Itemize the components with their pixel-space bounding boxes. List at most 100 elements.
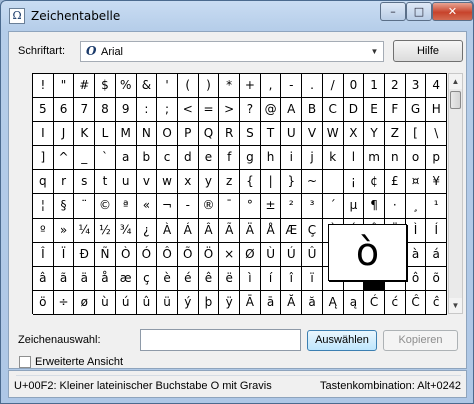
character-cell[interactable]: 5 <box>33 98 54 123</box>
character-cell[interactable]: ® <box>198 194 220 219</box>
character-cell[interactable]: Í <box>426 218 448 243</box>
character-cell[interactable]: Ú <box>281 242 303 267</box>
character-cell[interactable]: > <box>219 98 241 123</box>
character-cell[interactable]: 9 <box>115 98 137 123</box>
character-cell[interactable]: ¿ <box>136 218 158 243</box>
character-cell[interactable]: T <box>260 122 282 147</box>
scrollbar-thumb[interactable] <box>450 91 461 109</box>
character-cell[interactable]: Ā <box>240 290 261 315</box>
character-cell[interactable]: ø <box>74 290 96 315</box>
character-cell[interactable]: v <box>136 170 158 195</box>
character-cell[interactable]: à <box>405 242 427 267</box>
character-cell[interactable]: µ <box>343 194 365 219</box>
character-cell[interactable]: î <box>281 266 303 291</box>
character-cell[interactable]: K <box>74 122 96 147</box>
character-cell[interactable]: Ð <box>74 242 96 267</box>
character-cell[interactable]: Ç <box>302 218 323 243</box>
character-cell[interactable]: _ <box>74 146 96 171</box>
character-cell[interactable]: 2 <box>384 74 406 99</box>
advanced-view-checkbox[interactable] <box>19 356 31 368</box>
character-cell[interactable]: F <box>384 98 406 123</box>
character-cell[interactable]: < <box>177 98 199 123</box>
character-cell[interactable]: X <box>343 122 365 147</box>
character-cell[interactable]: e <box>198 146 220 171</box>
chevron-down-icon[interactable]: ▼ <box>368 45 381 58</box>
character-cell[interactable]: ¦ <box>33 194 54 219</box>
character-cell[interactable]: ¬ <box>157 194 178 219</box>
character-cell[interactable]: D <box>343 98 365 123</box>
character-cell[interactable]: U <box>281 122 303 147</box>
character-cell[interactable]: ā <box>260 290 282 315</box>
character-cell[interactable]: # <box>74 74 96 99</box>
character-cell[interactable]: þ <box>198 290 220 315</box>
character-cell[interactable]: 7 <box>74 98 96 123</box>
character-cell[interactable]: w <box>157 170 178 195</box>
character-cell[interactable]: ¯ <box>219 194 241 219</box>
character-cell[interactable]: ! <box>33 74 54 99</box>
character-cell[interactable]: p <box>426 146 448 171</box>
character-cell[interactable]: m <box>364 146 385 171</box>
character-cell[interactable]: Ã <box>219 218 241 243</box>
character-cell[interactable]: u <box>115 170 137 195</box>
character-cell[interactable]: ´ <box>322 194 344 219</box>
character-cell[interactable]: ' <box>157 74 178 99</box>
character-cell[interactable]: ú <box>115 290 137 315</box>
character-cell[interactable]: b <box>136 146 158 171</box>
character-cell[interactable]: Ä <box>240 218 261 243</box>
character-cell[interactable]: t <box>95 170 116 195</box>
character-cell[interactable]: V <box>302 122 323 147</box>
character-cell[interactable]: æ <box>115 266 137 291</box>
character-cell[interactable]: f <box>219 146 241 171</box>
character-cell[interactable]: ¾ <box>115 218 137 243</box>
character-cell[interactable]: j <box>302 146 323 171</box>
minimize-button[interactable]: – <box>380 2 406 21</box>
character-cell[interactable]: N <box>136 122 158 147</box>
font-dropdown[interactable]: O Arial ▼ <box>80 41 384 62</box>
character-cell[interactable]: ù <box>95 290 116 315</box>
character-cell[interactable]: 3 <box>405 74 427 99</box>
character-cell[interactable]: è <box>157 266 178 291</box>
character-cell[interactable]: ~ <box>302 170 323 195</box>
character-cell[interactable]: 6 <box>53 98 75 123</box>
characters-to-copy-field[interactable] <box>140 329 301 351</box>
character-cell[interactable]: } <box>281 170 303 195</box>
character-cell[interactable]: y <box>198 170 220 195</box>
character-cell[interactable]: ¡ <box>343 170 365 195</box>
character-cell[interactable]: J <box>53 122 75 147</box>
character-cell[interactable]: Y <box>364 122 385 147</box>
character-cell[interactable]: ¼ <box>74 218 96 243</box>
character-cell[interactable]: Ö <box>198 242 220 267</box>
character-cell[interactable]: º <box>33 218 54 243</box>
character-cell[interactable]: » <box>53 218 75 243</box>
character-cell[interactable]: Ă <box>281 290 303 315</box>
character-cell[interactable]: d <box>177 146 199 171</box>
character-cell[interactable]: á <box>426 242 448 267</box>
character-cell[interactable]: Ù <box>260 242 282 267</box>
character-cell[interactable]: [ <box>405 122 427 147</box>
character-cell[interactable]: ä <box>74 266 96 291</box>
character-cell[interactable]: ½ <box>95 218 116 243</box>
title-bar[interactable]: Ω Zeichentabelle – □ ✕ <box>1 1 473 31</box>
character-cell[interactable]: a <box>115 146 137 171</box>
character-cell[interactable]: . <box>302 74 323 99</box>
character-cell[interactable]: Æ <box>281 218 303 243</box>
character-cell[interactable]: = <box>198 98 220 123</box>
character-cell[interactable]: ³ <box>302 194 323 219</box>
character-cell[interactable]: - <box>281 74 303 99</box>
character-cell[interactable]: R <box>219 122 241 147</box>
advanced-view-label[interactable]: Erweiterte Ansicht <box>35 356 123 368</box>
character-cell[interactable]: ¸ <box>405 194 427 219</box>
character-cell[interactable]: 0 <box>343 74 365 99</box>
character-cell[interactable]: 1 <box>364 74 385 99</box>
character-cell[interactable]: ? <box>240 98 261 123</box>
character-cell[interactable]: ë <box>219 266 241 291</box>
character-cell[interactable]: Û <box>302 242 323 267</box>
character-cell[interactable]: ¥ <box>426 170 448 195</box>
character-cell[interactable]: û <box>136 290 158 315</box>
character-cell[interactable]: Â <box>198 218 220 243</box>
character-cell[interactable]: × <box>219 242 241 267</box>
character-cell[interactable]: â <box>33 266 54 291</box>
character-cell[interactable]: q <box>33 170 54 195</box>
character-cell[interactable]: ª <box>115 194 137 219</box>
character-cell[interactable]: r <box>53 170 75 195</box>
